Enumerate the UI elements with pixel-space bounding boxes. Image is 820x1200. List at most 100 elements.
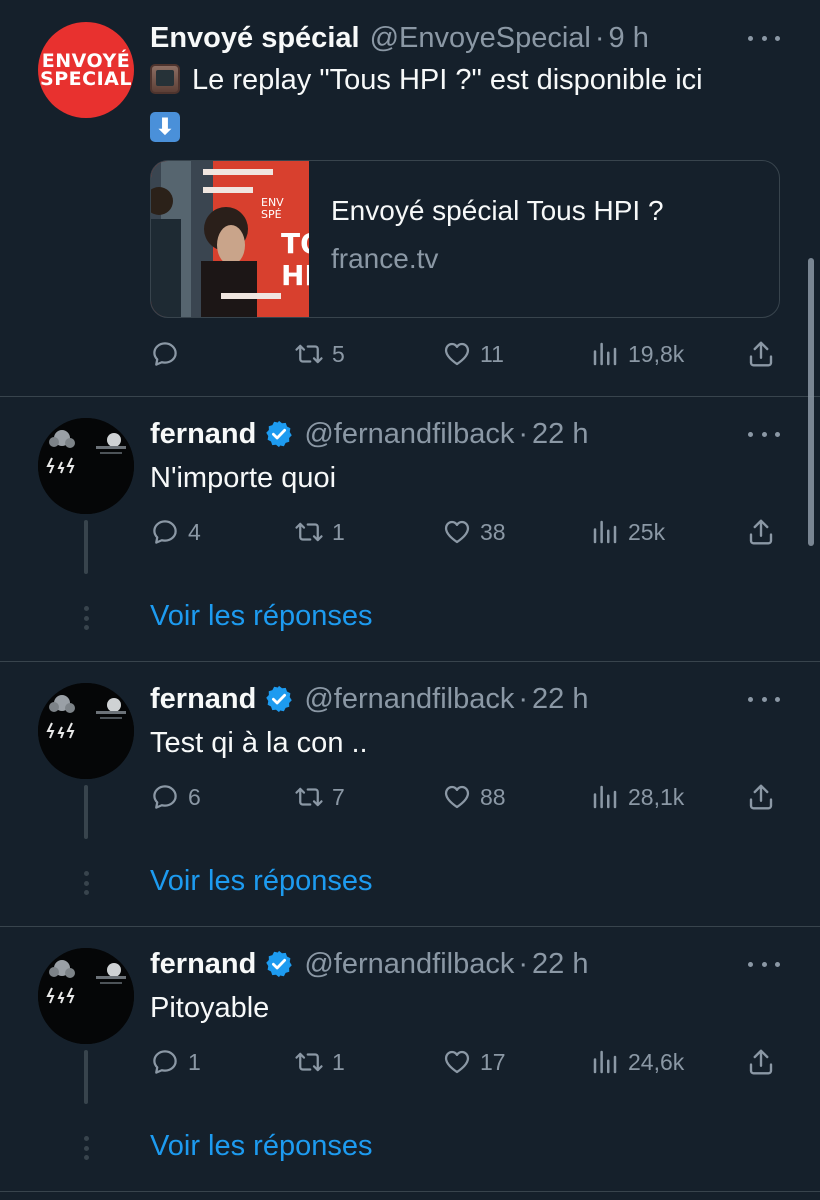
separator-dot: · <box>518 682 529 715</box>
views-count: 24,6k <box>628 1048 685 1075</box>
share-icon <box>749 1049 773 1075</box>
heart-icon <box>444 785 470 809</box>
like-count: 88 <box>480 783 506 810</box>
tweet-header: Envoyé spécial @EnvoyeSpecial · 9 h <box>150 18 649 58</box>
author-name[interactable]: fernand <box>150 948 256 981</box>
author-name[interactable]: Envoyé spécial <box>150 22 360 55</box>
reply-button[interactable]: 4 <box>150 512 201 552</box>
more-icon <box>748 35 753 41</box>
action-bar: 5 11 19,8k <box>150 334 780 374</box>
retweet-icon <box>295 787 323 807</box>
reply-button[interactable] <box>150 334 188 374</box>
like-button[interactable]: 17 <box>442 1042 506 1082</box>
author-handle[interactable]: @fernandfilback <box>304 948 514 981</box>
avatar-image <box>38 948 134 1044</box>
action-bar: 4 1 38 25k <box>150 512 780 552</box>
views-button[interactable]: 19,8k <box>590 334 684 374</box>
share-icon <box>749 341 773 367</box>
like-button[interactable]: 88 <box>442 777 506 817</box>
more-icon <box>761 696 767 702</box>
more-options-button[interactable] <box>748 28 780 48</box>
like-button[interactable]: 38 <box>442 512 506 552</box>
verified-badge-icon <box>266 950 293 978</box>
tweet-text: Pitoyable <box>150 992 270 1024</box>
more-icon <box>775 35 780 41</box>
link-card[interactable]: ENV SPÉ TO HP Envoyé spécial Tous HPI ? … <box>150 160 780 318</box>
avatar-logo-text: SPECIAL <box>40 68 132 90</box>
timestamp[interactable]: 9 h <box>609 22 649 55</box>
reply-tweet[interactable]: fernand @fernandfilback · 22 h Test qi à… <box>0 661 820 926</box>
avatar[interactable] <box>38 683 134 779</box>
author-name[interactable]: fernand <box>150 418 256 451</box>
separator-dot: · <box>518 417 529 450</box>
thread-dots <box>83 606 89 630</box>
show-replies-link[interactable]: Voir les réponses <box>150 865 372 898</box>
timestamp[interactable]: 22 h <box>532 418 588 451</box>
retweet-button[interactable]: 7 <box>294 777 345 817</box>
avatar[interactable]: ENVOYÉ SPECIAL <box>38 22 134 118</box>
reply-count: 1 <box>188 1048 201 1075</box>
views-count: 25k <box>628 518 666 545</box>
views-count: 19,8k <box>628 340 685 367</box>
reply-icon <box>153 520 177 544</box>
more-icon <box>775 431 780 437</box>
views-button[interactable]: 28,1k <box>590 777 684 817</box>
views-count: 28,1k <box>628 783 685 810</box>
retweet-button[interactable]: 5 <box>294 334 345 374</box>
retweet-count: 1 <box>332 518 345 545</box>
heart-icon <box>444 520 470 544</box>
author-handle[interactable]: @EnvoyeSpecial <box>370 22 591 55</box>
share-icon <box>749 519 773 545</box>
more-options-button[interactable] <box>748 689 780 709</box>
reply-tweet[interactable]: fernand @fernandfilback · 22 h N'importe… <box>0 396 820 661</box>
more-icon <box>761 431 767 437</box>
tweet-header: fernand @fernandfilback · 22 h <box>150 414 588 454</box>
avatar-image <box>38 418 134 514</box>
more-options-button[interactable] <box>748 954 780 974</box>
reply-button[interactable]: 6 <box>150 777 201 817</box>
share-button[interactable] <box>746 334 784 374</box>
share-button[interactable] <box>746 777 784 817</box>
main-tweet[interactable]: ENVOYÉ SPECIAL Envoyé spécial @EnvoyeSpe… <box>0 0 820 396</box>
avatar-image <box>38 683 134 779</box>
action-bar: 6 7 88 28,1k <box>150 777 780 817</box>
retweet-icon <box>295 522 323 542</box>
reply-icon <box>153 785 177 809</box>
share-button[interactable] <box>746 512 784 552</box>
author-handle[interactable]: @fernandfilback <box>304 418 514 451</box>
tweet-text: N'importe quoi <box>150 462 337 494</box>
retweet-count: 5 <box>332 340 345 367</box>
retweet-button[interactable]: 1 <box>294 1042 345 1082</box>
heart-icon <box>444 1050 470 1074</box>
more-options-button[interactable] <box>748 424 780 444</box>
retweet-button[interactable]: 1 <box>294 512 345 552</box>
like-count: 11 <box>480 340 504 367</box>
author-name[interactable]: fernand <box>150 683 256 716</box>
views-button[interactable]: 25k <box>590 512 665 552</box>
retweet-count: 1 <box>332 1048 345 1075</box>
show-replies-link[interactable]: Voir les réponses <box>150 600 372 633</box>
author-handle[interactable]: @fernandfilback <box>304 683 514 716</box>
separator-dot: · <box>594 21 605 54</box>
action-bar: 1 1 17 24,6k <box>150 1042 780 1082</box>
avatar[interactable] <box>38 418 134 514</box>
share-button[interactable] <box>746 1042 784 1082</box>
reply-tweet[interactable]: fernand @fernandfilback · 22 h Pitoyable… <box>0 926 820 1191</box>
like-count: 38 <box>480 518 506 545</box>
reply-button[interactable]: 1 <box>150 1042 201 1082</box>
more-icon <box>761 961 767 967</box>
thumb-text: SPÉ <box>261 208 282 221</box>
tweet-text: Test qi à la con .. <box>150 727 368 759</box>
views-icon <box>593 342 617 366</box>
like-button[interactable]: 11 <box>442 334 504 374</box>
show-replies-link[interactable]: Voir les réponses <box>150 1130 372 1163</box>
timestamp[interactable]: 22 h <box>532 948 588 981</box>
retweet-count: 7 <box>332 783 345 810</box>
views-button[interactable]: 24,6k <box>590 1042 684 1082</box>
tweet-header: fernand @fernandfilback · 22 h <box>150 679 588 719</box>
thumb-text: TO <box>281 227 309 260</box>
avatar[interactable] <box>38 948 134 1044</box>
timestamp[interactable]: 22 h <box>532 683 588 716</box>
reply-icon <box>153 342 177 366</box>
retweet-icon <box>295 344 323 364</box>
